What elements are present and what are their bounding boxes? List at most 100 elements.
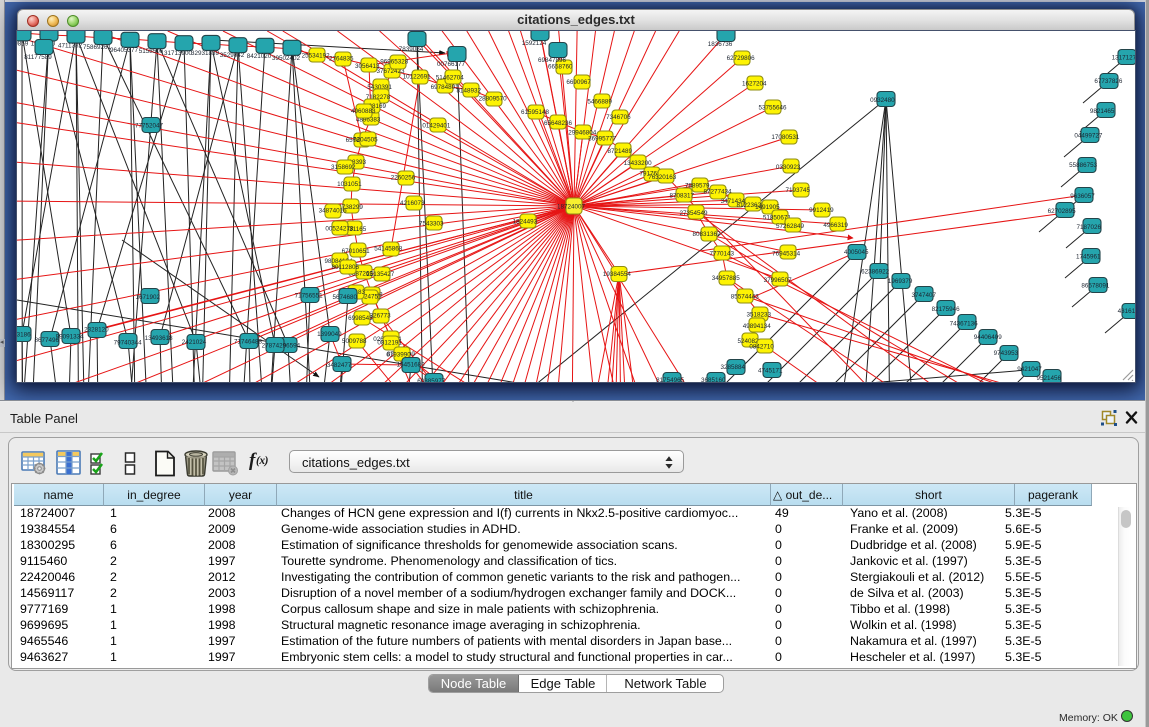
svg-text:5674680: 5674680: [333, 294, 358, 301]
svg-text:18724007: 18724007: [557, 203, 586, 210]
svg-text:1592124: 1592124: [522, 40, 547, 47]
svg-text:3158692: 3158692: [331, 164, 356, 171]
svg-text:0932480: 0932480: [870, 97, 895, 104]
svg-text:3529042: 3529042: [220, 52, 245, 59]
svg-text:0330923: 0330923: [776, 164, 801, 171]
svg-text:3709859: 3709859: [17, 40, 29, 47]
svg-text:5009788: 5009788: [342, 338, 367, 345]
svg-text:7543303: 7543303: [419, 221, 444, 228]
svg-text:28809570: 28809570: [479, 96, 508, 103]
svg-text:55886753: 55886753: [1069, 162, 1098, 169]
svg-text:3518233: 3518233: [747, 311, 772, 318]
svg-text:36995777: 36995777: [588, 136, 617, 143]
svg-text:71756551: 71756551: [295, 293, 324, 300]
svg-text:81177589: 81177589: [24, 54, 52, 61]
svg-text:2787429: 2787429: [262, 342, 287, 349]
svg-text:13171274: 13171274: [1112, 55, 1135, 62]
svg-text:49894134: 49894134: [743, 323, 772, 330]
svg-text:00524278: 00524278: [325, 226, 354, 233]
svg-text:57262849: 57262849: [776, 223, 805, 230]
svg-text:96965328: 96965328: [380, 59, 409, 66]
svg-text:87277434: 87277434: [703, 189, 732, 196]
svg-text:8721489: 8721489: [607, 148, 632, 155]
svg-text:1399049: 1399049: [317, 331, 342, 338]
svg-text:4005045: 4005045: [844, 249, 869, 256]
svg-text:4745171: 4745171: [758, 367, 783, 374]
svg-text:1671902: 1671902: [136, 294, 161, 301]
svg-text:31713900: 31713900: [164, 50, 193, 57]
svg-text:00766177: 00766177: [437, 61, 466, 68]
svg-text:8148932: 8148932: [456, 88, 481, 95]
svg-text:53755646: 53755646: [758, 105, 787, 112]
svg-text:7770143: 7770143: [709, 250, 734, 257]
svg-text:94406409: 94406409: [974, 334, 1003, 341]
svg-text:4316117: 4316117: [1118, 308, 1135, 315]
svg-text:8708317: 8708317: [669, 193, 694, 200]
svg-text:75869261: 75869261: [83, 44, 112, 51]
svg-text:62702895: 62702895: [1048, 208, 1077, 215]
svg-text:13493618: 13493618: [145, 335, 174, 342]
svg-text:86578091: 86578091: [1081, 282, 1110, 289]
svg-text:85574443: 85574443: [731, 294, 760, 301]
svg-text:9912419: 9912419: [809, 207, 834, 214]
svg-text:2328120: 2328120: [84, 327, 109, 334]
svg-text:9743953: 9743953: [994, 350, 1019, 357]
svg-text:2764835: 2764835: [329, 56, 354, 63]
svg-text:4711382: 4711382: [58, 43, 83, 50]
svg-text:77752047: 77752047: [135, 122, 164, 129]
svg-text:80831367: 80831367: [692, 231, 721, 238]
svg-text:39502402: 39502402: [272, 55, 301, 62]
svg-text:1031051: 1031051: [337, 181, 362, 188]
svg-text:32931839: 32931839: [191, 50, 220, 57]
svg-text:6690967: 6690967: [566, 79, 591, 86]
svg-text:9421047: 9421047: [1017, 366, 1042, 373]
svg-text:69784801: 69784801: [431, 84, 460, 91]
svg-text:1627204: 1627204: [742, 81, 767, 88]
svg-text:3285884: 3285884: [721, 364, 746, 371]
svg-text:69847896: 69847896: [538, 57, 567, 64]
svg-text:9821465: 9821465: [1090, 108, 1115, 115]
svg-text:13433200: 13433200: [624, 160, 653, 167]
svg-text:65648236: 65648236: [544, 120, 573, 127]
svg-text:8421020: 8421020: [247, 53, 272, 60]
svg-text:1745961: 1745961: [1076, 254, 1101, 261]
svg-text:04499727: 04499727: [1074, 133, 1103, 140]
svg-text:5466889: 5466889: [587, 99, 612, 106]
svg-text:7187026: 7187026: [1076, 224, 1101, 231]
svg-text:82175946: 82175946: [932, 306, 961, 313]
svg-text:25534192: 25534192: [302, 52, 331, 59]
svg-text:74367136: 74367136: [950, 320, 979, 327]
svg-text:67737826: 67737826: [1094, 78, 1123, 85]
svg-text:2421024: 2421024: [182, 339, 207, 346]
svg-text:3685160: 3685160: [701, 377, 726, 382]
svg-text:25135427: 25135427: [366, 271, 395, 278]
svg-text:5158506: 5158506: [139, 48, 164, 55]
svg-text:37996507: 37996507: [764, 277, 793, 284]
svg-text:80112805: 80112805: [332, 264, 360, 271]
svg-text:6998543: 6998543: [348, 315, 373, 322]
svg-text:62386922: 62386922: [861, 269, 890, 276]
svg-text:7346706: 7346706: [606, 114, 631, 121]
svg-text:9636057: 9636057: [1070, 193, 1095, 200]
svg-text:4060883: 4060883: [351, 108, 376, 115]
svg-text:3747407: 3747407: [911, 292, 936, 299]
svg-text:60385977: 60385977: [417, 378, 446, 382]
svg-text:34957885: 34957885: [712, 275, 741, 282]
svg-text:61595148: 61595148: [521, 109, 550, 116]
svg-text:71746488: 71746488: [234, 338, 263, 345]
svg-text:4216073: 4216073: [400, 200, 425, 207]
svg-text:96405377: 96405377: [110, 47, 139, 54]
svg-text:27354549: 27354549: [679, 210, 708, 217]
svg-text:79740344: 79740344: [114, 339, 143, 346]
svg-text:0842710: 0842710: [749, 344, 774, 351]
svg-text:7193745: 7193745: [785, 187, 810, 194]
svg-text:81754965: 81754965: [656, 377, 685, 382]
svg-text:0812191: 0812191: [377, 340, 402, 347]
svg-text:62729806: 62729806: [727, 55, 756, 62]
svg-text:7839084: 7839084: [399, 46, 424, 53]
svg-text:9413186: 9413186: [17, 331, 31, 338]
svg-text:34874016: 34874016: [319, 208, 348, 215]
svg-text:1824493: 1824493: [513, 219, 538, 226]
svg-text:1969379: 1969379: [888, 278, 913, 285]
svg-text:6658760: 6658760: [548, 64, 573, 71]
